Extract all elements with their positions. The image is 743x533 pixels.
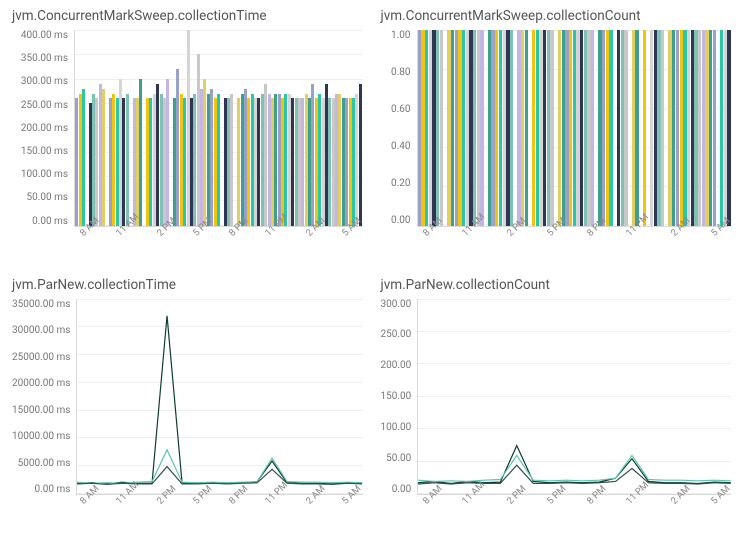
y-tick: 100.00 ms [21, 169, 68, 180]
plot-area[interactable] [417, 299, 731, 496]
bar [635, 30, 638, 226]
line-series [77, 299, 362, 495]
y-tick: 0.00 [391, 215, 411, 226]
y-axis: 35000.00 ms 30000.00 ms 25000.00 ms 20000.0… [12, 299, 76, 496]
y-tick: 200.00 [381, 360, 412, 371]
y-tick: 0.80 [391, 67, 411, 78]
bar [609, 30, 612, 226]
bars [418, 30, 732, 226]
y-axis: 1.00 0.80 0.60 0.40 0.20 0.00 [381, 30, 417, 227]
bar [713, 30, 716, 226]
series-node-a [418, 445, 731, 483]
x-axis: 8 AM11 AM2 PM5 PM8 PM11 PM2 AM5 AM [12, 231, 363, 257]
bar [102, 89, 105, 226]
y-tick: 250.00 ms [21, 100, 68, 111]
plot-area[interactable] [417, 30, 732, 227]
panel-title: jvm.ParNew.collectionCount [381, 277, 732, 293]
y-tick: 50.00 [386, 453, 411, 464]
bar [624, 30, 627, 226]
y-tick: 300.00 ms [21, 76, 68, 87]
bars [75, 30, 363, 226]
bar [591, 30, 594, 226]
bar [440, 30, 443, 226]
y-tick: 100.00 [381, 422, 412, 433]
y-tick: 200.00 ms [21, 123, 68, 134]
plot-area[interactable] [74, 30, 363, 227]
bar [82, 89, 85, 226]
panel-cms-time: jvm.ConcurrentMarkSweep.collectionTime 4… [12, 8, 363, 257]
y-tick: 10000.00 ms [12, 431, 70, 442]
y-tick: 0.00 [392, 484, 412, 495]
chart[interactable]: 400.00 ms 350.00 ms 300.00 ms 250.00 ms 200.… [12, 30, 363, 257]
y-tick: 35000.00 ms [12, 299, 70, 310]
bar [727, 30, 730, 226]
y-tick: 0.00 ms [34, 484, 70, 495]
y-tick: 150.00 ms [21, 146, 68, 157]
panel-title: jvm.ConcurrentMarkSweep.collectionCount [381, 8, 732, 24]
chart-grid: jvm.ConcurrentMarkSweep.collectionTime 4… [12, 8, 731, 525]
x-axis: 8 AM11 AM2 PM5 PM8 PM11 PM2 AM5 AM [381, 231, 732, 257]
y-tick: 350.00 ms [21, 53, 68, 64]
bar [480, 30, 483, 226]
x-axis: 8 AM11 AM2 PM5 PM8 PM11 PM2 AM5 AM [381, 499, 732, 525]
chart[interactable]: 300.00250.00200.00150.00100.0050.000.00 … [381, 299, 732, 526]
y-tick: 0.40 [391, 141, 411, 152]
y-tick: 15000.00 ms [12, 405, 70, 416]
panel-parnew-count: jvm.ParNew.collectionCount 300.00 250.00 2… [381, 277, 732, 526]
y-tick: 0.60 [391, 104, 411, 115]
bar [230, 94, 233, 226]
bar [139, 79, 142, 226]
y-axis: 400.00 ms 350.00 ms 300.00 ms 250.00 ms 200.… [12, 30, 74, 227]
chart[interactable]: 1.00 0.80 0.60 0.40 0.20 0.00 8 AM11 AM2 PM5 … [381, 30, 732, 257]
bar [217, 94, 220, 226]
y-tick: 150.00 [381, 391, 412, 402]
plot-area[interactable] [76, 299, 362, 496]
x-axis: 8 AM11 AM2 PM5 PM8 PM11 PM2 AM5 AM [12, 499, 363, 525]
chart[interactable]: 35000.00 ms 30000.00 ms 25000.00 ms 20000.0… [12, 299, 363, 526]
y-tick: 300.00 [381, 299, 412, 310]
y-tick: 50.00 ms [26, 192, 68, 203]
panel-title: jvm.ParNew.collectionTime [12, 277, 363, 293]
bar [643, 30, 646, 226]
y-tick: 20000.00 ms [12, 378, 70, 389]
y-tick: 0.00 ms [32, 216, 68, 227]
panel-cms-count: jvm.ConcurrentMarkSweep.collectionCount … [381, 8, 732, 257]
series-node-b [418, 455, 731, 481]
y-tick: 0.20 [391, 178, 411, 189]
line-series [418, 299, 731, 495]
bar [510, 30, 513, 226]
bar [359, 84, 362, 226]
bar [525, 30, 528, 226]
y-tick: 30000.00 ms [12, 325, 70, 336]
bar [166, 79, 169, 226]
bar [126, 94, 129, 226]
panel-title: jvm.ConcurrentMarkSweep.collectionTime [12, 8, 363, 24]
series-node-a [77, 315, 362, 483]
panel-parnew-time: jvm.ParNew.collectionTime 35000.00 ms 300… [12, 277, 363, 526]
bar [661, 30, 664, 226]
y-tick: 250.00 [381, 329, 412, 340]
y-tick: 5000.00 ms [18, 458, 71, 469]
y-tick: 400.00 ms [21, 30, 68, 41]
y-tick: 25000.00 ms [12, 352, 70, 363]
y-axis: 300.00 250.00 200.00 150.00 100.00 50.00 0.00 [381, 299, 418, 496]
bar [550, 30, 553, 226]
series-node-b [77, 449, 362, 483]
y-tick: 1.00 [391, 30, 411, 41]
